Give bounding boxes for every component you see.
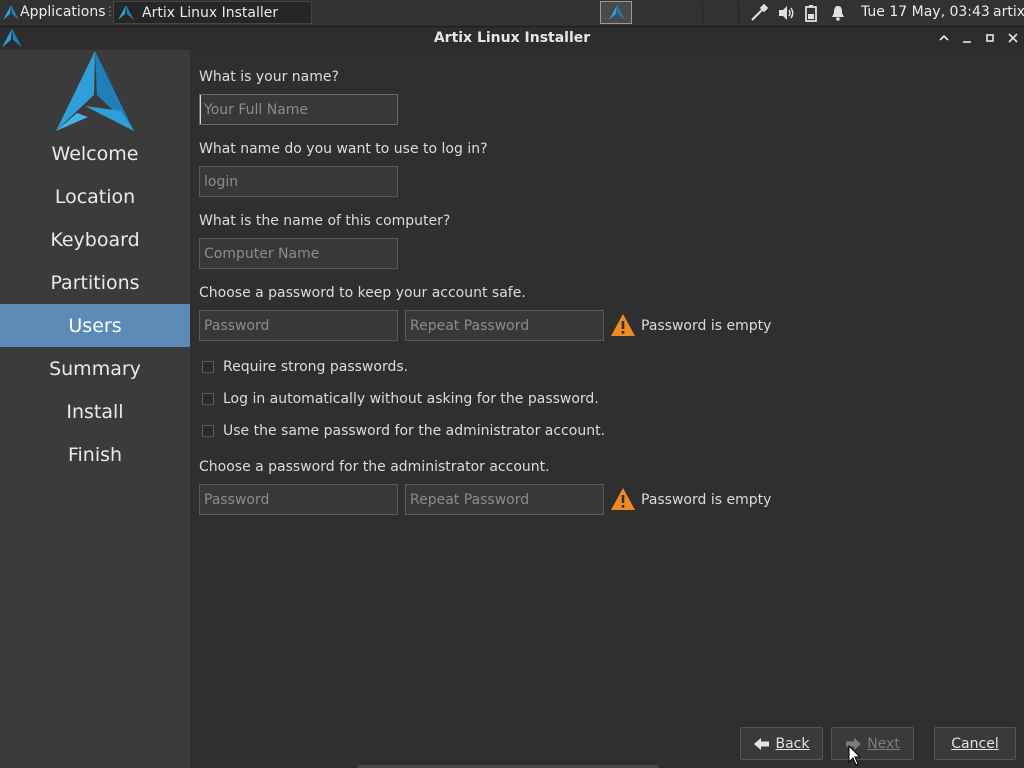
cancel-button-label: Cancel [951,735,999,752]
auto-login-checkbox[interactable]: Log in automatically without asking for … [202,389,599,409]
next-button-label: Next [867,735,900,752]
full-name-input[interactable] [199,94,398,125]
installer-sidebar: Welcome Location Keyboard Partitions Use… [0,50,190,768]
checkbox-label: Log in automatically without asking for … [223,391,599,407]
checkbox-box[interactable] [202,393,214,405]
panel-user-name[interactable]: artix [993,4,1024,20]
checkbox-label: Use the same password for the administra… [223,423,606,439]
artix-logo-icon [609,5,625,20]
battery-icon[interactable] [801,3,821,23]
sidebar-item-label: Summary [49,357,141,380]
workspace-switcher[interactable] [600,1,632,24]
computer-name-input[interactable] [199,238,398,269]
sidebar-item-label: Keyboard [50,228,140,251]
sidebar-item-install: Install [0,390,190,433]
notification-bell-icon[interactable] [828,3,848,23]
applications-menu-button[interactable]: Applications ⋮ [0,0,116,26]
password-input[interactable] [199,310,398,341]
next-button[interactable]: Next [831,727,914,760]
admin-password-status: Password is empty [641,492,772,508]
close-icon[interactable] [1003,28,1023,48]
arrow-left-icon [753,737,769,750]
computer-name-question: What is the name of this computer? [199,213,451,229]
password-status: Password is empty [641,318,772,334]
warning-icon [611,488,635,510]
sidebar-item-users: Users [0,304,190,347]
checkbox-box[interactable] [202,361,214,373]
admin-password-input[interactable] [199,484,398,515]
sidebar-item-label: Finish [67,443,123,466]
sidebar-item-location: Location [0,175,190,218]
panel-separator [702,2,703,24]
sidebar-item-label: Install [66,400,124,423]
volume-icon[interactable] [776,3,796,23]
checkbox-box[interactable] [202,425,214,437]
require-strong-passwords-checkbox[interactable]: Require strong passwords. [202,357,408,377]
panel-clock[interactable]: Tue 17 May, 03:43 [861,4,990,20]
back-button-label: Back [775,735,810,752]
restore-icon[interactable] [980,28,1000,48]
sidebar-item-label: Users [68,314,122,337]
artix-logo-icon [118,5,134,20]
sidebar-item-label: Partitions [50,271,140,294]
taskbar-item-label: Artix Linux Installer [142,5,279,21]
mouse-cursor-icon [848,745,862,766]
admin-password-question: Choose a password for the administrator … [199,459,550,475]
sidebar-item-label: Location [54,185,136,208]
sidebar-item-keyboard: Keyboard [0,218,190,261]
sidebar-item-summary: Summary [0,347,190,390]
artix-logo-icon [3,5,19,20]
window-titlebar[interactable]: Artix Linux Installer [0,27,1024,50]
window-title: Artix Linux Installer [433,30,591,46]
applications-label: Applications [20,4,106,20]
admin-repeat-password-input[interactable] [405,484,604,515]
cancel-button[interactable]: Cancel [934,727,1016,760]
sidebar-item-finish: Finish [0,433,190,476]
name-question: What is your name? [199,69,339,85]
sidebar-item-welcome: Welcome [0,132,190,175]
warning-icon [611,314,635,336]
minimize-icon[interactable] [957,28,977,48]
login-question: What name do you want to use to log in? [199,141,488,157]
network-wired-icon[interactable] [749,3,769,23]
panel-separator [738,2,739,24]
password-question: Choose a password to keep your account s… [199,285,526,301]
artix-logo-icon [56,51,134,131]
sidebar-item-label: Welcome [51,142,139,165]
login-name-input[interactable] [199,166,398,197]
checkbox-label: Require strong passwords. [223,359,409,375]
top-panel: Applications ⋮ Artix Linux Installer Tue… [0,0,1024,27]
sidebar-item-partitions: Partitions [0,261,190,304]
repeat-password-input[interactable] [405,310,604,341]
taskbar-item-installer[interactable]: Artix Linux Installer [113,1,312,24]
same-admin-password-checkbox[interactable]: Use the same password for the administra… [202,421,605,441]
back-button[interactable]: Back [740,727,823,760]
maximize-up-icon[interactable] [934,28,954,48]
